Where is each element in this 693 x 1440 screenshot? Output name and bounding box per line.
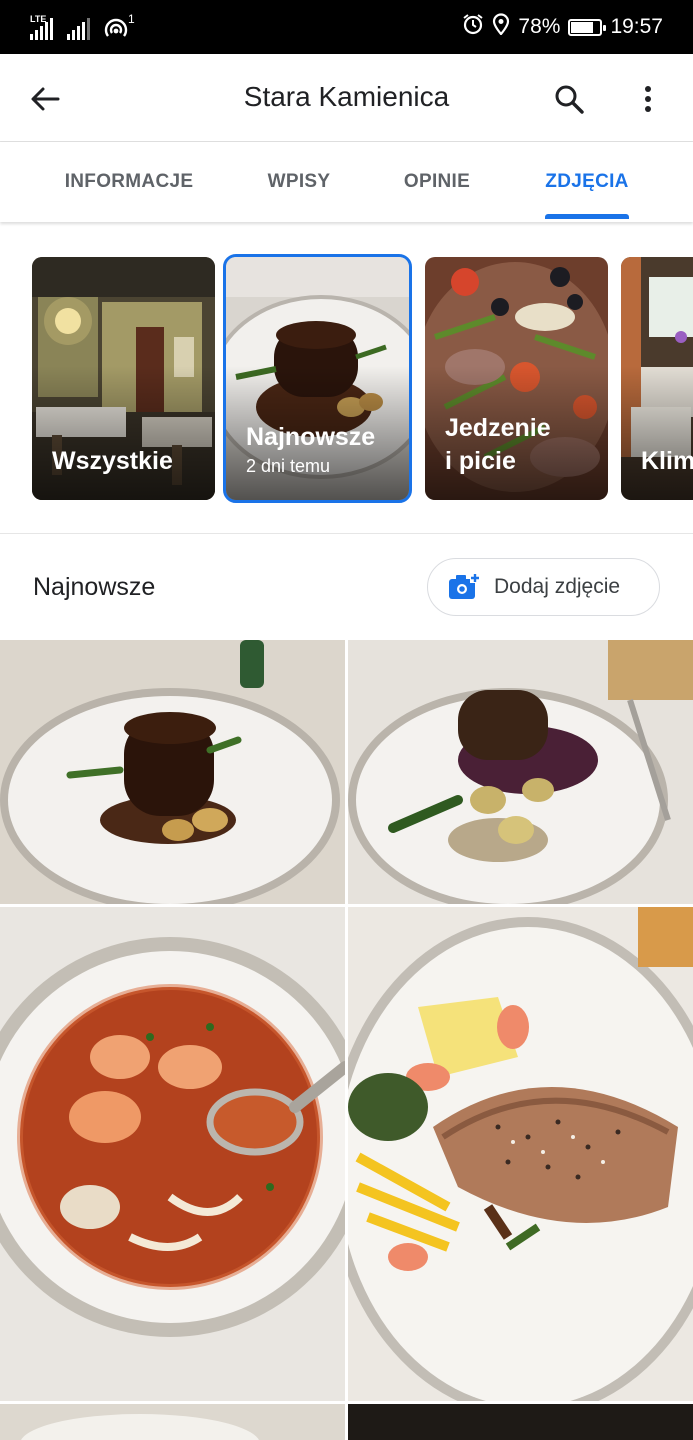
search-button[interactable] [546, 76, 592, 122]
category-label: Klim [641, 447, 693, 475]
category-label: Wszystkie [52, 447, 173, 475]
location-icon [492, 13, 510, 41]
add-photo-label: Dodaj zdjęcie [494, 575, 621, 598]
hotspot-count: 1 [128, 12, 135, 26]
category-label: Jedzenie i picie [445, 414, 551, 475]
category-card-food-drink[interactable]: Jedzenie i picie [425, 257, 608, 500]
photo-tile[interactable] [0, 907, 345, 1401]
network-type-label: LTE [30, 14, 47, 24]
photo-tile[interactable] [0, 1404, 345, 1440]
category-label: Najnowsze 2 dni temu [246, 423, 376, 476]
photo-categories: Wszystkie Najnowsze 2 dni temu Jedzenie … [0, 222, 693, 534]
hotspot-icon: 1 [104, 12, 135, 40]
tuna-dish-photo [348, 907, 693, 1401]
battery-icon [568, 18, 607, 36]
add-photo-icon [449, 573, 480, 599]
photo-grid [0, 640, 693, 1440]
status-bar: LTE 1 78% 19:57 [0, 0, 693, 54]
search-icon [555, 85, 584, 114]
photo-tile[interactable] [348, 907, 693, 1401]
clock: 19:57 [610, 15, 663, 38]
photo-tile[interactable] [348, 1404, 693, 1440]
duck-dish-photo [348, 640, 693, 904]
tab-zdjecia[interactable]: ZDJĘCIA [532, 142, 642, 222]
category-sublabel: 2 dni temu [246, 456, 331, 476]
steak-dish-photo [0, 640, 345, 904]
add-photo-button[interactable]: Dodaj zdjęcie [427, 558, 660, 616]
signal-icon [67, 18, 90, 40]
category-card-newest[interactable]: Najnowsze 2 dni temu [223, 254, 412, 503]
photo-tile[interactable] [348, 640, 693, 904]
tab-wpisy[interactable]: WPISY [246, 142, 352, 222]
active-tab-indicator [545, 214, 629, 219]
partial-photo [348, 1404, 693, 1440]
section-title: Najnowsze [33, 573, 156, 601]
battery-percent: 78% [518, 15, 561, 38]
category-card-all[interactable]: Wszystkie [32, 257, 215, 500]
category-card-atmosphere[interactable]: Klim [621, 257, 693, 500]
photo-tile[interactable] [0, 640, 345, 904]
app-bar: Stara Kamienica [0, 54, 693, 142]
seafood-soup-photo [0, 907, 345, 1401]
more-vertical-icon [645, 86, 651, 112]
section-header: Najnowsze Dodaj zdjęcie [0, 535, 693, 640]
tab-bar: INFORMACJE WPISY OPINIE ZDJĘCIA [0, 142, 693, 222]
tab-opinie[interactable]: OPINIE [384, 142, 490, 222]
tab-informacje[interactable]: INFORMACJE [44, 142, 214, 222]
partial-photo [0, 1404, 345, 1440]
lte-signal-icon: LTE [30, 14, 53, 40]
alarm-icon [462, 13, 484, 41]
more-options-button[interactable] [626, 76, 670, 122]
